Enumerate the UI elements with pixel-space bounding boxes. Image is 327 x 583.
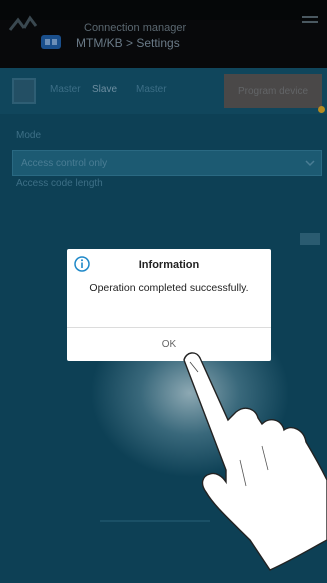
mode-label: Mode [16, 130, 42, 141]
mode-select[interactable]: Access control only [12, 150, 322, 176]
status-bar [0, 0, 327, 20]
phone-screen: Connection manager MTM/KB > Settings Mas… [0, 0, 327, 583]
connection-title: Connection manager [84, 22, 187, 34]
menu-icon[interactable] [302, 16, 318, 28]
dialog-title: Information [138, 259, 200, 271]
dialog-message: Operation completed successfully. [89, 282, 249, 294]
warning-dot-icon [318, 106, 325, 113]
back-icon[interactable] [6, 8, 40, 34]
information-dialog: Information Operation completed successf… [67, 249, 271, 361]
breadcrumb: MTM/KB > Settings [76, 36, 180, 50]
access-code-length-stepper[interactable] [300, 233, 320, 245]
device-icon [41, 35, 61, 49]
chevron-down-icon [305, 160, 315, 167]
tab-master-right[interactable]: Master [136, 84, 167, 95]
ok-button[interactable]: OK [67, 328, 271, 361]
program-device-button[interactable]: Program device [224, 74, 322, 108]
divider [100, 520, 210, 522]
settings-toolbar: Master Slave Master Program device [0, 68, 327, 114]
mode-value: Access control only [21, 158, 108, 169]
app-header: Connection manager MTM/KB > Settings [0, 15, 327, 68]
tab-master[interactable]: Master [50, 84, 81, 95]
tab-slave[interactable]: Slave [92, 84, 117, 95]
keypad-icon [12, 78, 36, 104]
access-code-length-label: Access code length [16, 178, 103, 189]
